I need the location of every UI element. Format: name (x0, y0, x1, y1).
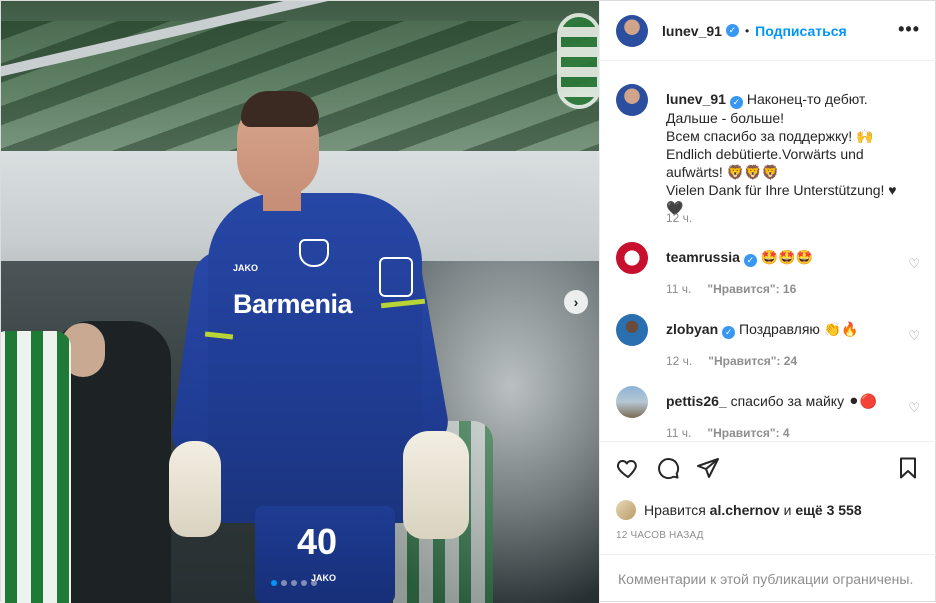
comment-username[interactable]: pettis26_ (666, 393, 727, 409)
next-slide-button[interactable]: › (564, 290, 588, 314)
verified-icon: ✓ (729, 96, 743, 109)
glove-left (169, 441, 221, 537)
bookmark-icon[interactable] (896, 456, 920, 480)
share-icon[interactable] (696, 456, 720, 480)
carousel-dot (311, 580, 317, 586)
liker-username[interactable]: al.chernov (710, 502, 780, 518)
likes-middle: и (783, 502, 792, 518)
comment-username[interactable]: teamrussia (666, 249, 740, 265)
caption-time[interactable]: 12 ч. (666, 211, 692, 225)
likes-prefix: Нравится (644, 502, 706, 518)
comment-time[interactable]: 11 ч. (666, 282, 691, 296)
glove-right (403, 431, 469, 539)
caption-username[interactable]: lunev_91 (666, 91, 726, 107)
author-avatar[interactable] (616, 84, 648, 116)
author-avatar[interactable] (616, 14, 648, 47)
caption-line: Vielen Dank für Ihre Unterstützung! ♥🖤 (666, 182, 897, 216)
carousel-dot (281, 580, 287, 586)
heart-icon[interactable]: ♡ (908, 256, 920, 272)
author-username[interactable]: lunev_91 (662, 23, 722, 39)
likes-summary: Нравится al.chernov и ещё 3 558 (616, 500, 862, 520)
comment: zlobyan ✓ Поздравляю 👏🔥 12 ч. "Нравится":… (616, 314, 926, 374)
carousel-dot (271, 580, 277, 586)
post-header: lunev_91 ✓ • Подписаться ••• (600, 1, 936, 61)
caption: lunev_91 ✓ Наконец-то дебют. Дальше - бол… (616, 84, 926, 234)
chevron-right-icon: › (573, 294, 579, 310)
verified-icon: ✓ (725, 24, 739, 37)
comment-likes[interactable]: "Нравится": 24 (708, 354, 797, 368)
shirt-number: 40 (297, 521, 338, 562)
comment-username[interactable]: zlobyan (666, 321, 718, 337)
comment-likes[interactable]: "Нравится": 16 (707, 282, 796, 296)
comment-text: 🤩🤩🤩 (760, 249, 814, 265)
instagram-post: JAKO Barmenia 40 JAKO › lunev_91 ✓ • Под… (0, 0, 936, 603)
heart-icon[interactable]: ♡ (908, 400, 920, 416)
comments-closed-notice: Комментарии к этой публикации ограничены… (600, 554, 936, 603)
verified-icon: ✓ (722, 326, 736, 339)
comment-likes[interactable]: "Нравится": 4 (707, 426, 789, 440)
goalkeeper: JAKO Barmenia 40 JAKO (1, 1, 599, 603)
commenter-avatar[interactable] (616, 386, 648, 418)
comment-text: спасибо за майку ⚫🔴 (730, 393, 878, 409)
comment: teamrussia ✓ 🤩🤩🤩 11 ч. "Нравится": 16 ♡ (616, 242, 926, 302)
carousel-indicator (271, 580, 317, 586)
comment: pettis26_ спасибо за майку ⚫🔴 11 ч. "Нра… (616, 386, 926, 440)
kit-brand-label: JAKO (233, 263, 259, 273)
post-timestamp[interactable]: 12 ЧАСОВ НАЗАД (616, 530, 704, 541)
post-photo[interactable]: JAKO Barmenia 40 JAKO › (1, 1, 599, 603)
comment-text: Поздравляю 👏🔥 (739, 321, 859, 337)
sponsor-logo: Barmenia (233, 289, 353, 319)
club-badge (299, 239, 329, 267)
heart-icon[interactable] (616, 456, 640, 480)
header-separator: • (744, 23, 750, 38)
commenter-avatar[interactable] (616, 314, 648, 346)
heart-icon[interactable]: ♡ (908, 328, 920, 344)
carousel-dot (291, 580, 297, 586)
commenter-avatar[interactable] (616, 242, 648, 274)
verified-icon: ✓ (743, 254, 757, 267)
caption-line: Endlich debütierte.Vorwärts und aufwärts… (666, 146, 864, 180)
comment-icon[interactable] (656, 456, 680, 480)
follow-button[interactable]: Подписаться (755, 23, 847, 39)
more-options-icon[interactable]: ••• (898, 19, 920, 40)
liker-avatar[interactable] (616, 500, 636, 520)
carousel-dot (301, 580, 307, 586)
caption-line: Всем спасибо за поддержку! 🙌 (666, 128, 874, 144)
comment-time[interactable]: 11 ч. (666, 426, 691, 440)
comment-time[interactable]: 12 ч. (666, 354, 692, 368)
post-actions: Нравится al.chernov и ещё 3 558 12 ЧАСОВ… (600, 441, 936, 602)
likes-count[interactable]: ещё 3 558 (795, 502, 861, 518)
comments-list[interactable]: lunev_91 ✓ Наконец-то дебют. Дальше - бол… (600, 62, 936, 440)
mascot-badge (379, 257, 413, 297)
post-sidebar: lunev_91 ✓ • Подписаться ••• lunev_91 ✓ Н… (599, 1, 936, 603)
